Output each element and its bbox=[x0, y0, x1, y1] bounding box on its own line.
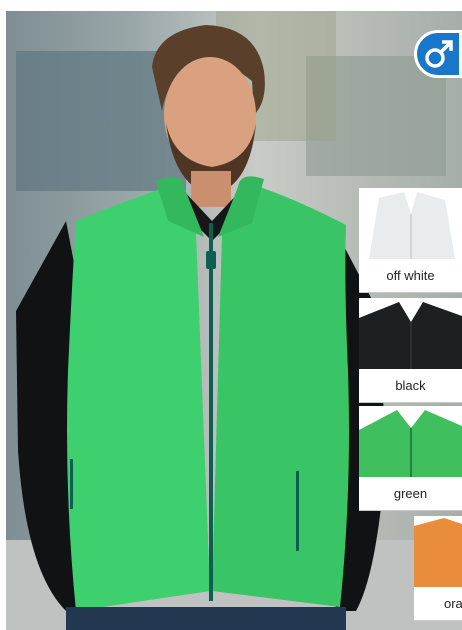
color-swatch-green[interactable]: green bbox=[359, 406, 462, 511]
swatch-label: green bbox=[393, 486, 428, 501]
vest-thumbnail-icon bbox=[359, 406, 462, 477]
swatch-label: off white bbox=[386, 268, 435, 283]
vest-thumbnail-icon bbox=[359, 298, 462, 369]
color-swatch-off-white[interactable]: off white bbox=[359, 188, 462, 293]
color-swatch-black[interactable]: black bbox=[359, 298, 462, 403]
swatch-label: ora bbox=[444, 596, 462, 611]
vest-thumbnail-icon bbox=[414, 516, 462, 587]
swatch-label: black bbox=[395, 378, 426, 393]
color-swatch-orange[interactable]: ora bbox=[414, 516, 462, 621]
vest-thumbnail-icon bbox=[359, 188, 462, 259]
male-gender-badge bbox=[414, 30, 462, 78]
male-symbol-icon bbox=[425, 40, 453, 68]
